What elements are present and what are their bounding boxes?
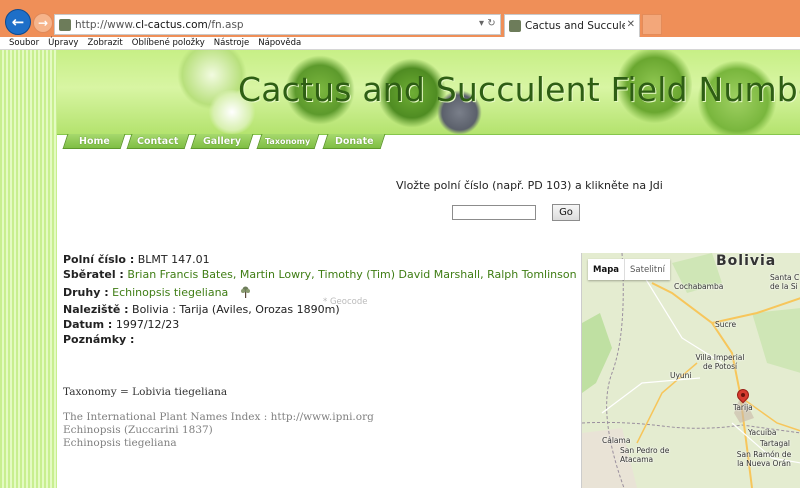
map-label: Calama <box>602 436 631 445</box>
map-type-toggle: Mapa Satelitní <box>588 259 670 280</box>
map-label: San Ramón de la Nueva Orán <box>736 450 792 468</box>
forward-button[interactable]: → <box>33 13 53 33</box>
field-number-input[interactable] <box>452 205 536 220</box>
locality-value: Bolivia : Tarija (Aviles, Orozas 1890m) <box>132 303 340 316</box>
notes-label: Poznámky : <box>63 333 135 346</box>
nav-taxonomy[interactable]: Taxonomy <box>256 134 320 149</box>
ipni-block: The International Plant Names Index : ht… <box>63 411 374 450</box>
location-map[interactable]: Mapa Satelitní Bolivia Cochabamba Santa … <box>581 253 800 488</box>
map-label: Uyuni <box>670 371 692 380</box>
nav-home[interactable]: Home <box>62 134 126 149</box>
locality-row: Naleziště : Bolivia : Tarija (Aviles, Or… <box>63 302 573 317</box>
site-favicon-icon <box>59 18 71 31</box>
map-label: Yacuiba <box>748 428 777 437</box>
go-button[interactable]: Go <box>552 204 580 221</box>
menu-view[interactable]: Zobrazit <box>87 38 122 48</box>
satellite-view-button[interactable]: Satelitní <box>624 259 670 280</box>
back-button[interactable]: ← <box>5 9 31 35</box>
site-title: Cactus and Succulent Field Number <box>238 70 800 109</box>
nav-donate[interactable]: Donate <box>322 134 386 149</box>
map-label: Villa Imperial de Potosí <box>695 353 745 371</box>
address-url: http://www.cl-cactus.com/fn.asp <box>75 18 244 31</box>
locality-label: Naleziště : <box>63 303 129 316</box>
date-row: Datum : 1997/12/23 <box>63 317 573 332</box>
species-link[interactable]: Echinopsis tiegeliana <box>112 286 228 299</box>
web-page: Cactus and Succulent Field Number Home C… <box>0 50 800 488</box>
date-value: 1997/12/23 <box>115 318 180 331</box>
species-row: Druhy : Echinopsis tiegeliana <box>63 285 573 302</box>
plant-icon[interactable] <box>240 286 251 302</box>
site-banner: Cactus and Succulent Field Number <box>57 50 800 134</box>
menu-bar: Soubor Úpravy Zobrazit Oblíbené položky … <box>0 37 800 50</box>
main-nav: Home Contact Gallery Taxonomy Donate <box>57 134 800 150</box>
tab-close-icon[interactable]: ✕ <box>627 19 635 30</box>
map-label: Tarija <box>733 403 753 412</box>
collector-link[interactable]: Brian Francis Bates, Martin Lowry, Timot… <box>127 268 576 281</box>
field-number-row: Polní číslo : BLMT 147.01 <box>63 252 573 267</box>
ipni-source: The International Plant Names Index : ht… <box>63 411 374 423</box>
tab-favicon-icon <box>509 20 521 32</box>
field-number-label: Polní číslo : <box>63 253 135 266</box>
notes-row: Poznámky : <box>63 332 573 347</box>
map-label: Santa C de la Si <box>770 273 800 291</box>
search-prompt: Vložte polní číslo (např. PD 103) a klik… <box>396 179 663 192</box>
menu-edit[interactable]: Úpravy <box>48 38 78 48</box>
map-country-label: Bolivia <box>716 253 777 269</box>
menu-favorites[interactable]: Oblíbené položky <box>132 38 205 48</box>
nav-gallery[interactable]: Gallery <box>190 134 254 149</box>
forward-arrow-icon: → <box>37 16 49 30</box>
map-label: Cochabamba <box>674 282 724 291</box>
tab-title: Cactus and Succulent Field ... <box>525 20 625 32</box>
new-tab-button[interactable] <box>642 14 662 35</box>
browser-chrome: ← → http://www.cl-cactus.com/fn.asp ▾ ↻ … <box>0 0 800 37</box>
date-label: Datum : <box>63 318 113 331</box>
back-arrow-icon: ← <box>11 13 25 31</box>
map-label: Sucre <box>715 320 737 329</box>
collector-row: Sběratel : Brian Francis Bates, Martin L… <box>63 267 577 283</box>
ipni-species: Echinopsis tiegeliana <box>63 437 177 449</box>
browser-tab[interactable]: Cactus and Succulent Field ... ✕ <box>504 14 640 37</box>
map-label: San Pedro de Atacama <box>620 446 670 464</box>
nav-contact[interactable]: Contact <box>126 134 190 149</box>
menu-file[interactable]: Soubor <box>9 38 39 48</box>
decorative-side-strip <box>0 50 57 488</box>
map-view-button[interactable]: Mapa <box>588 259 624 280</box>
taxonomy-line: Taxonomy = Lobivia tiegeliana <box>63 386 228 398</box>
menu-help[interactable]: Nápověda <box>258 38 301 48</box>
map-label: Tartagal <box>760 439 790 448</box>
geocode-link[interactable]: * Geocode <box>323 297 367 307</box>
map-pin-dot <box>741 393 745 397</box>
ipni-genus: Echinopsis (Zuccarini 1837) <box>63 424 213 436</box>
menu-tools[interactable]: Nástroje <box>214 38 249 48</box>
species-label: Druhy : <box>63 286 109 299</box>
field-number-value: BLMT 147.01 <box>137 253 210 266</box>
address-bar[interactable]: http://www.cl-cactus.com/fn.asp ▾ ↻ <box>54 14 501 35</box>
field-number-record: Polní číslo : BLMT 147.01 Sběratel : Bri… <box>63 252 577 347</box>
address-controls[interactable]: ▾ ↻ <box>479 18 496 29</box>
collector-label: Sběratel : <box>63 268 124 281</box>
